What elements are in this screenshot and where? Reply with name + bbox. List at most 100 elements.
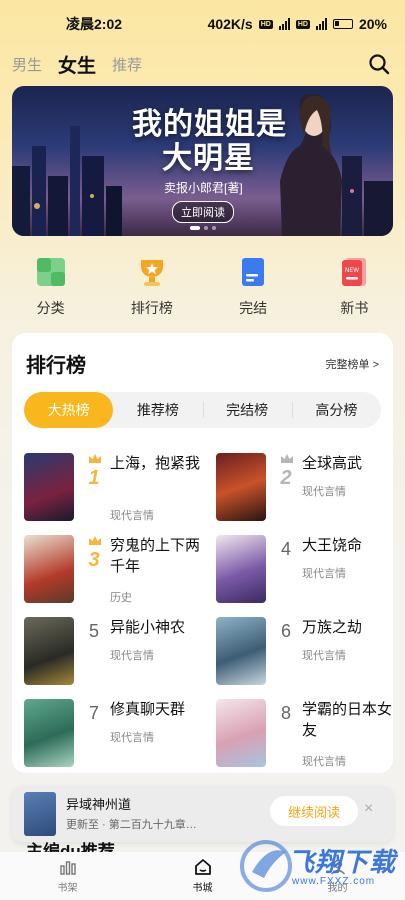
- book-category: 现代言情: [302, 756, 346, 768]
- tab-label: 书架: [57, 883, 78, 894]
- crown-icon: [89, 536, 101, 545]
- banner-pagination: [189, 226, 216, 230]
- rank-number: 4: [280, 539, 291, 559]
- book-cover: [216, 535, 266, 603]
- status-indicators: 402K/s HD HD 20%: [208, 16, 387, 32]
- quick-link-label: 新书: [340, 300, 369, 316]
- book-title: 学霸的日本女友: [302, 701, 393, 739]
- ranking-tabs: 大热榜 推荐榜 完结榜 高分榜: [24, 392, 381, 428]
- hd-icon: HD: [258, 19, 273, 29]
- rank-number: 3: [88, 549, 100, 571]
- book-category: 现代言情: [302, 486, 346, 498]
- banner-author: 卖报小郎君[著]: [164, 181, 243, 195]
- continue-reading-button[interactable]: 继续阅读: [270, 796, 358, 826]
- book-item[interactable]: 6 万族之劫 现代言情: [216, 617, 396, 689]
- banner-dot: [211, 226, 216, 230]
- quick-links: 分类 排行榜 完结 NEW 新书: [0, 256, 405, 318]
- book-item[interactable]: 4 大王饶命 现代言情: [216, 535, 396, 607]
- rank-number: 6: [280, 621, 291, 641]
- book-title: 大王饶命: [302, 537, 363, 554]
- signal-icon-2: [315, 18, 327, 30]
- continue-book-progress: 更新至 · 第二百九十九章…: [66, 819, 197, 831]
- book-icon: [242, 258, 265, 286]
- book-title: 穷鬼的上下两千年: [110, 537, 201, 575]
- quick-link-finished[interactable]: 完结: [203, 256, 304, 318]
- book-title: 万族之劫: [302, 619, 363, 636]
- book-category: 现代言情: [110, 510, 154, 522]
- book-title: 异能小神农: [110, 619, 186, 636]
- book-cover: [216, 453, 266, 521]
- book-item[interactable]: 1 上海，抱紧我 现代言情: [24, 453, 204, 525]
- promo-banner[interactable]: 我的姐姐是 大明星 卖报小郎君[著] 立即阅读: [12, 86, 393, 236]
- svg-text:NEW: NEW: [345, 267, 359, 274]
- signal-icon: [278, 18, 290, 30]
- crown-icon: [281, 454, 293, 463]
- book-cover: [24, 792, 56, 836]
- home-icon: [194, 859, 211, 875]
- rank-number: 1: [88, 467, 100, 489]
- search-icon[interactable]: [367, 52, 391, 76]
- quick-link-ranking[interactable]: 排行榜: [101, 256, 202, 318]
- book-category: 现代言情: [110, 650, 154, 662]
- book-item[interactable]: 3 穷鬼的上下两千年 历史: [24, 535, 204, 607]
- tab-completed[interactable]: 完结榜: [202, 392, 292, 428]
- watermark-text: 飞翔下载: [288, 847, 397, 877]
- tab-high-score[interactable]: 高分榜: [291, 392, 381, 428]
- tab-hot[interactable]: 大热榜: [24, 392, 114, 428]
- tab-bookshelf[interactable]: 书架: [0, 852, 135, 900]
- rank-number: 2: [280, 467, 292, 489]
- continue-book-title: 异域神州道: [66, 797, 132, 812]
- tab-female[interactable]: 女生: [58, 51, 96, 78]
- book-cover: [24, 699, 74, 767]
- book-title: 修真聊天群: [110, 701, 186, 718]
- book-title: 全球高武: [302, 455, 363, 472]
- ranking-header: 排行榜 完整榜单 >: [12, 333, 393, 378]
- new-book-icon: NEW: [342, 258, 367, 286]
- book-cover: [216, 617, 266, 685]
- network-speed: 402K/s: [207, 16, 253, 32]
- rank-number: 7: [88, 703, 99, 723]
- quick-link-label: 分类: [36, 300, 65, 316]
- category-icon: [36, 258, 65, 286]
- quick-link-category[interactable]: 分类: [0, 256, 101, 318]
- ranking-title: 排行榜: [26, 355, 86, 377]
- trophy-icon: [140, 260, 163, 286]
- book-item[interactable]: 7 修真聊天群 现代言情: [24, 699, 204, 771]
- banner-title-line1: 我的姐姐是: [132, 107, 287, 142]
- close-icon[interactable]: ×: [364, 800, 373, 818]
- status-bar: 凌晨2:02 402K/s HD HD 20%: [0, 0, 405, 48]
- tab-male[interactable]: 男生: [12, 54, 42, 75]
- book-item[interactable]: 5 异能小神农 现代言情: [24, 617, 204, 689]
- crown-icon: [89, 454, 101, 463]
- ranking-panel: 排行榜 完整榜单 > 大热榜 推荐榜 完结榜 高分榜 1 上海，抱紧我 现代言情…: [12, 333, 393, 773]
- quick-link-label: 完结: [239, 300, 268, 316]
- tab-recommended[interactable]: 推荐榜: [113, 392, 202, 428]
- quick-link-new[interactable]: NEW 新书: [304, 256, 405, 318]
- book-item[interactable]: 8 学霸的日本女友 现代言情: [216, 699, 396, 771]
- tab-label: 书城: [192, 883, 213, 894]
- book-category: 现代言情: [110, 732, 154, 744]
- section-title-peek: 主编du推荐: [26, 842, 115, 852]
- battery-icon: [332, 19, 353, 29]
- book-item[interactable]: 2 全球高武 现代言情: [216, 453, 396, 525]
- rank-number: 5: [88, 621, 99, 641]
- read-now-button[interactable]: 立即阅读: [172, 201, 234, 223]
- banner-dot: [203, 226, 208, 230]
- book-category: 现代言情: [302, 650, 346, 662]
- top-nav: 男生 女生 推荐: [0, 48, 405, 80]
- book-title: 上海，抱紧我: [110, 455, 201, 472]
- quick-link-label: 排行榜: [130, 300, 173, 316]
- rank-number: 8: [280, 703, 291, 723]
- battery-level: 20%: [358, 16, 387, 32]
- banner-dot-active: [189, 226, 200, 230]
- book-cover: [24, 453, 74, 521]
- book-cover: [24, 617, 74, 685]
- book-category: 历史: [110, 592, 132, 604]
- full-ranking-link[interactable]: 完整榜单 >: [326, 356, 379, 372]
- status-time: 凌晨2:02: [66, 16, 123, 32]
- hd-icon-2: HD: [295, 19, 310, 29]
- tab-recommend[interactable]: 推荐: [112, 54, 142, 75]
- book-cover: [216, 699, 266, 767]
- watermark-url: www.FXXZ.com: [292, 876, 376, 887]
- banner-title: 我的姐姐是 大明星: [132, 108, 287, 176]
